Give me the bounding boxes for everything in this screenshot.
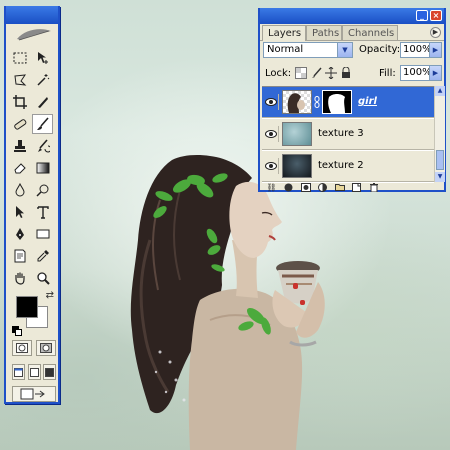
minimize-icon[interactable]: _ (416, 10, 428, 21)
shape-icon[interactable] (32, 224, 53, 244)
lock-transparent-icon[interactable] (295, 67, 307, 79)
tab-channels[interactable]: Channels (342, 25, 398, 40)
mask-modes (12, 340, 56, 356)
layers-palette: _ × Layers Paths Channels ▶ Normal ▼ Opa… (258, 8, 446, 192)
lasso-icon[interactable] (9, 70, 30, 90)
add-mask-icon[interactable] (300, 182, 311, 192)
opacity-slider-arrow-icon[interactable]: ▶ (429, 43, 441, 57)
opacity-input[interactable]: 100% ▶ (400, 42, 442, 58)
lock-label: Lock: (265, 68, 292, 79)
foreground-color-swatch[interactable] (16, 296, 38, 318)
pen-icon[interactable] (9, 224, 30, 244)
marquee-icon[interactable] (9, 48, 30, 68)
crop-icon[interactable] (9, 92, 30, 112)
eye-icon[interactable] (264, 126, 279, 142)
adjustment-layer-icon[interactable] (317, 182, 328, 192)
layers-scrollbar[interactable]: ▲ ▼ (434, 86, 445, 182)
notes-icon[interactable] (9, 246, 30, 266)
jump-to (12, 386, 56, 402)
opacity-label: Opacity: (359, 44, 401, 55)
tab-layers[interactable]: Layers (262, 25, 306, 41)
toolbox-title-bar[interactable] (6, 6, 58, 24)
scroll-up-icon[interactable]: ▲ (435, 86, 445, 96)
layer-list: girl texture 3 texture 2 (262, 86, 434, 183)
layers-palette-title-bar[interactable]: _ × (260, 8, 444, 24)
swap-colors-icon[interactable]: ⇄ (46, 290, 54, 301)
layer-name: texture 2 (318, 160, 364, 171)
color-swatches: ⇄ (12, 290, 56, 336)
standard-mode-icon[interactable] (12, 340, 32, 356)
eye-icon[interactable] (264, 94, 279, 110)
screen-mode-standard-icon[interactable] (12, 364, 25, 380)
eye-icon[interactable] (264, 158, 279, 174)
layer-thumbnail (282, 154, 312, 178)
zoom-icon[interactable] (32, 268, 53, 288)
healing-brush-icon[interactable] (9, 114, 30, 134)
clone-stamp-icon[interactable] (9, 136, 30, 156)
slice-icon[interactable] (32, 92, 53, 112)
close-icon[interactable]: × (430, 10, 442, 21)
toolbox-panel: ⇄ (4, 6, 60, 404)
layer-thumbnail (282, 122, 312, 146)
blur-icon[interactable] (9, 180, 30, 200)
trash-icon[interactable] (368, 182, 379, 192)
layer-row-texture-3[interactable]: texture 3 (262, 119, 434, 150)
chevron-down-icon[interactable]: ▼ (337, 43, 352, 57)
screen-modes (12, 364, 56, 380)
layer-name: girl (358, 96, 377, 107)
fill-value: 100% (403, 67, 432, 78)
tab-paths[interactable]: Paths (306, 25, 342, 40)
palette-tabs: Layers Paths Channels ▶ (260, 24, 444, 41)
layer-thumbnail (282, 90, 312, 114)
layer-style-icon[interactable] (283, 183, 294, 192)
feather-logo-icon[interactable] (12, 24, 56, 46)
default-colors-icon[interactable] (12, 326, 22, 336)
opacity-value: 100% (403, 44, 432, 55)
quick-mask-mode-icon[interactable] (36, 340, 56, 356)
hand-icon[interactable] (9, 268, 30, 288)
layers-bottom-toolbar: ⛓ (262, 182, 446, 192)
lock-image-icon[interactable] (311, 67, 323, 79)
palette-menu-icon[interactable]: ▶ (430, 27, 441, 38)
history-brush-icon[interactable] (32, 136, 53, 156)
brush-icon[interactable] (32, 114, 53, 134)
move-icon[interactable] (32, 48, 53, 68)
lock-position-icon[interactable] (325, 66, 337, 80)
link-icon[interactable] (314, 96, 320, 108)
layer-row-texture-2[interactable]: texture 2 (262, 151, 434, 182)
blend-row: Normal ▼ Opacity: 100% ▶ (263, 42, 443, 60)
blend-mode-value: Normal (267, 44, 304, 55)
eyedropper-icon[interactable] (32, 246, 53, 266)
tool-grid (9, 48, 55, 290)
jump-to-imageready-icon[interactable] (12, 386, 56, 402)
eraser-icon[interactable] (9, 158, 30, 178)
fill-slider-arrow-icon[interactable]: ▶ (429, 66, 441, 80)
magic-wand-icon[interactable] (32, 70, 53, 90)
gradient-icon[interactable] (32, 158, 53, 178)
path-selection-icon[interactable] (9, 202, 30, 222)
lock-row: Lock: Fill: 100% ▶ (263, 65, 443, 83)
layer-mask-thumbnail[interactable] (322, 90, 352, 114)
fill-label: Fill: (379, 68, 396, 79)
dodge-icon[interactable] (32, 180, 53, 200)
link-layers-icon[interactable]: ⛓ (266, 183, 277, 192)
screen-mode-full-menu-icon[interactable] (27, 364, 41, 380)
scroll-thumb[interactable] (436, 150, 444, 170)
fill-input[interactable]: 100% ▶ (400, 65, 442, 81)
screen-mode-full-icon[interactable] (43, 364, 56, 380)
lock-all-icon[interactable] (341, 66, 353, 79)
blend-mode-select[interactable]: Normal ▼ (263, 42, 353, 58)
new-layer-icon[interactable] (351, 182, 362, 192)
layer-row-girl[interactable]: girl (262, 87, 434, 118)
scroll-down-icon[interactable]: ▼ (435, 172, 445, 182)
layer-name: texture 3 (318, 128, 364, 139)
type-icon[interactable] (32, 202, 53, 222)
new-group-icon[interactable] (334, 183, 345, 192)
